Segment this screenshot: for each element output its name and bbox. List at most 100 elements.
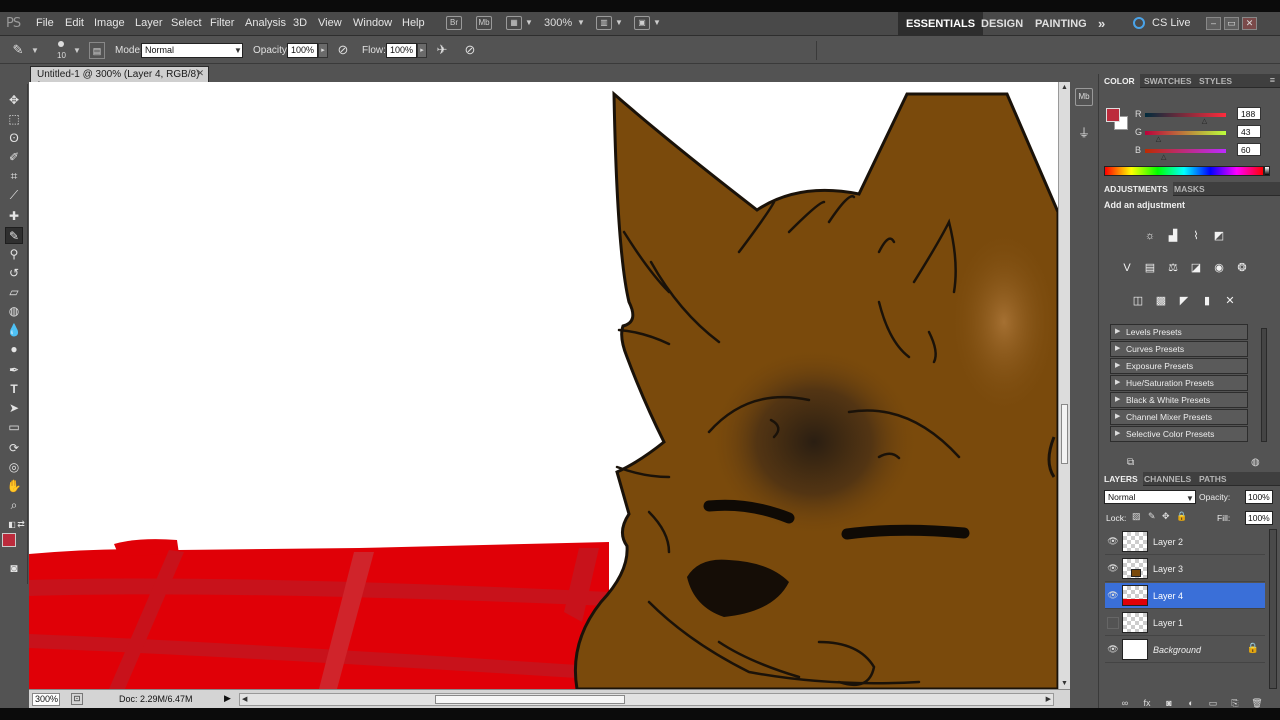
brush-tool-icon[interactable]: ✎ (5, 227, 23, 244)
tab-channels[interactable]: CHANNELS (1139, 472, 1196, 486)
layer-row-selected[interactable]: 👁 Layer 4 (1105, 583, 1265, 609)
new-group-icon[interactable]: ▭ (1207, 698, 1219, 708)
expand-triangle-icon[interactable]: ▶ (1115, 327, 1120, 335)
chevron-down-icon[interactable]: ▼ (73, 46, 81, 55)
menu-3d[interactable]: 3D (293, 17, 307, 29)
pressure-opacity-icon[interactable]: ⊘ (335, 42, 351, 59)
3d-rotate-tool-icon[interactable]: ⟳ (5, 440, 23, 457)
3d-orbit-tool-icon[interactable]: ◎ (5, 459, 23, 476)
new-layer-icon[interactable]: ⎘ (1229, 698, 1241, 708)
menu-analysis[interactable]: Analysis (245, 17, 286, 29)
blue-channel-slider[interactable] (1145, 149, 1226, 153)
posterize-icon[interactable]: ▩ (1153, 293, 1169, 309)
layer-fill-field[interactable]: 100% (1245, 511, 1273, 525)
eye-icon[interactable]: 👁 (1107, 590, 1119, 602)
chevron-down-icon[interactable]: ▼ (1186, 494, 1194, 503)
return-to-list-icon[interactable]: ⧉ (1127, 457, 1134, 468)
layer-row[interactable]: 👁 Background 🔒 (1105, 637, 1265, 663)
scroll-down-icon[interactable]: ▼ (1061, 680, 1068, 687)
workspace-essentials[interactable]: ESSENTIALS (898, 12, 984, 36)
green-value-field[interactable]: 43 (1237, 125, 1261, 138)
adjustment-preset-item[interactable]: ▶ Curves Presets (1110, 341, 1248, 357)
dodge-tool-icon[interactable]: ● (5, 341, 23, 358)
eye-icon[interactable]: 👁 (1107, 644, 1119, 656)
color-spectrum-bar[interactable] (1104, 166, 1264, 176)
red-channel-slider[interactable] (1145, 113, 1226, 117)
levels-icon[interactable]: ▟ (1165, 228, 1181, 244)
adjustment-preset-item[interactable]: ▶ Exposure Presets (1110, 358, 1248, 374)
spot-healing-tool-icon[interactable]: ✚ (5, 208, 23, 225)
flow-field[interactable]: 100% (386, 43, 417, 58)
status-zoom-field[interactable]: 300% (32, 693, 60, 706)
clone-stamp-tool-icon[interactable]: ⚲ (5, 246, 23, 263)
menu-edit[interactable]: Edit (65, 17, 84, 29)
presets-scrollbar[interactable] (1261, 328, 1267, 442)
history-panel-icon[interactable]: ⏚ (1075, 124, 1093, 142)
chevron-down-icon[interactable]: ▼ (615, 18, 623, 27)
eye-icon[interactable]: 👁 (1107, 536, 1119, 548)
menu-window[interactable]: Window (353, 17, 392, 29)
adjustment-preset-item[interactable]: ▶ Hue/Saturation Presets (1110, 375, 1248, 391)
swap-colors-icon[interactable]: ⇄ (12, 516, 30, 533)
menu-filter[interactable]: Filter (210, 17, 234, 29)
rectangle-tool-icon[interactable]: ▭ (5, 419, 23, 436)
tab-paths[interactable]: PATHS (1194, 472, 1232, 486)
panel-menu-icon[interactable]: ≡ (1270, 75, 1275, 85)
zoom-tool-icon[interactable]: ⌕ (5, 497, 23, 514)
foreground-color-swatch[interactable] (2, 533, 16, 547)
adjustment-preset-item[interactable]: ▶ Black & White Presets (1110, 392, 1248, 408)
mini-bridge-icon[interactable]: Mb (476, 16, 492, 30)
type-tool-icon[interactable]: T (5, 381, 23, 398)
lasso-tool-icon[interactable]: ʘ (5, 130, 23, 147)
minimize-button[interactable]: – (1206, 17, 1221, 30)
red-value-field[interactable]: 188 (1237, 107, 1261, 120)
layer-row[interactable]: Layer 1 (1105, 610, 1265, 636)
vertical-scroll-thumb[interactable] (1061, 404, 1068, 464)
horizontal-scroll-thumb[interactable] (435, 695, 625, 704)
eye-icon[interactable]: 👁 (1107, 563, 1119, 575)
horizontal-scrollbar[interactable]: ◀ ▶ (239, 693, 1054, 706)
document-canvas[interactable] (29, 82, 1058, 689)
lock-position-icon[interactable]: ✥ (1162, 511, 1170, 522)
workspace-design[interactable]: DESIGN (973, 12, 1031, 36)
lock-transparency-icon[interactable]: ▨ (1132, 511, 1141, 522)
chevron-down-icon[interactable]: ▼ (525, 18, 533, 27)
launch-bridge-icon[interactable]: Br (446, 16, 462, 30)
eye-hidden-icon[interactable] (1107, 617, 1119, 629)
cs-live-icon[interactable] (1133, 17, 1145, 29)
color-balance-icon[interactable]: ⚖ (1165, 260, 1181, 276)
tab-masks[interactable]: MASKS (1169, 182, 1210, 196)
add-mask-icon[interactable]: ◙ (1163, 698, 1175, 708)
expand-triangle-icon[interactable]: ▶ (1115, 395, 1120, 403)
chevron-down-icon[interactable]: ▼ (577, 18, 585, 27)
tab-layers[interactable]: LAYERS (1099, 472, 1143, 486)
layer-opacity-field[interactable]: 100% (1245, 490, 1273, 504)
eraser-tool-icon[interactable]: ▱ (5, 284, 23, 301)
workspace-painting[interactable]: PAINTING (1027, 12, 1095, 36)
layers-scrollbar[interactable] (1269, 529, 1277, 689)
paint-bucket-tool-icon[interactable]: ◍ (5, 303, 23, 320)
vibrance-icon[interactable]: V (1119, 260, 1135, 276)
expand-triangle-icon[interactable]: ▶ (1115, 378, 1120, 386)
layer-style-icon[interactable]: fx (1141, 698, 1153, 708)
expand-triangle-icon[interactable]: ▶ (1115, 344, 1120, 352)
history-brush-tool-icon[interactable]: ↺ (5, 265, 23, 282)
mini-bridge-panel-icon[interactable]: Mb (1075, 88, 1093, 106)
quick-selection-tool-icon[interactable]: ✐ (5, 149, 23, 166)
chevron-down-icon[interactable]: ▼ (653, 18, 661, 27)
tab-styles[interactable]: STYLES (1194, 74, 1237, 88)
menu-layer[interactable]: Layer (135, 17, 163, 29)
adjustment-preset-item[interactable]: ▶ Selective Color Presets (1110, 426, 1248, 442)
menu-file[interactable]: File (36, 17, 54, 29)
photo-filter-icon[interactable]: ◉ (1211, 260, 1227, 276)
blur-tool-icon[interactable]: 💧 (5, 322, 23, 339)
opacity-field[interactable]: 100% (287, 43, 318, 58)
brightness-contrast-icon[interactable]: ☼ (1142, 228, 1158, 244)
new-adjustment-layer-icon[interactable]: ◐ (1185, 698, 1197, 708)
hand-tool-icon[interactable]: ✋ (5, 478, 23, 495)
trash-icon[interactable]: 🗑 (1251, 698, 1263, 708)
black-white-ramp[interactable] (1264, 166, 1270, 176)
path-selection-tool-icon[interactable]: ➤ (5, 400, 23, 417)
status-info-icon[interactable]: ⊡ (71, 693, 83, 705)
marquee-tool-icon[interactable]: ⬚ (5, 111, 23, 128)
